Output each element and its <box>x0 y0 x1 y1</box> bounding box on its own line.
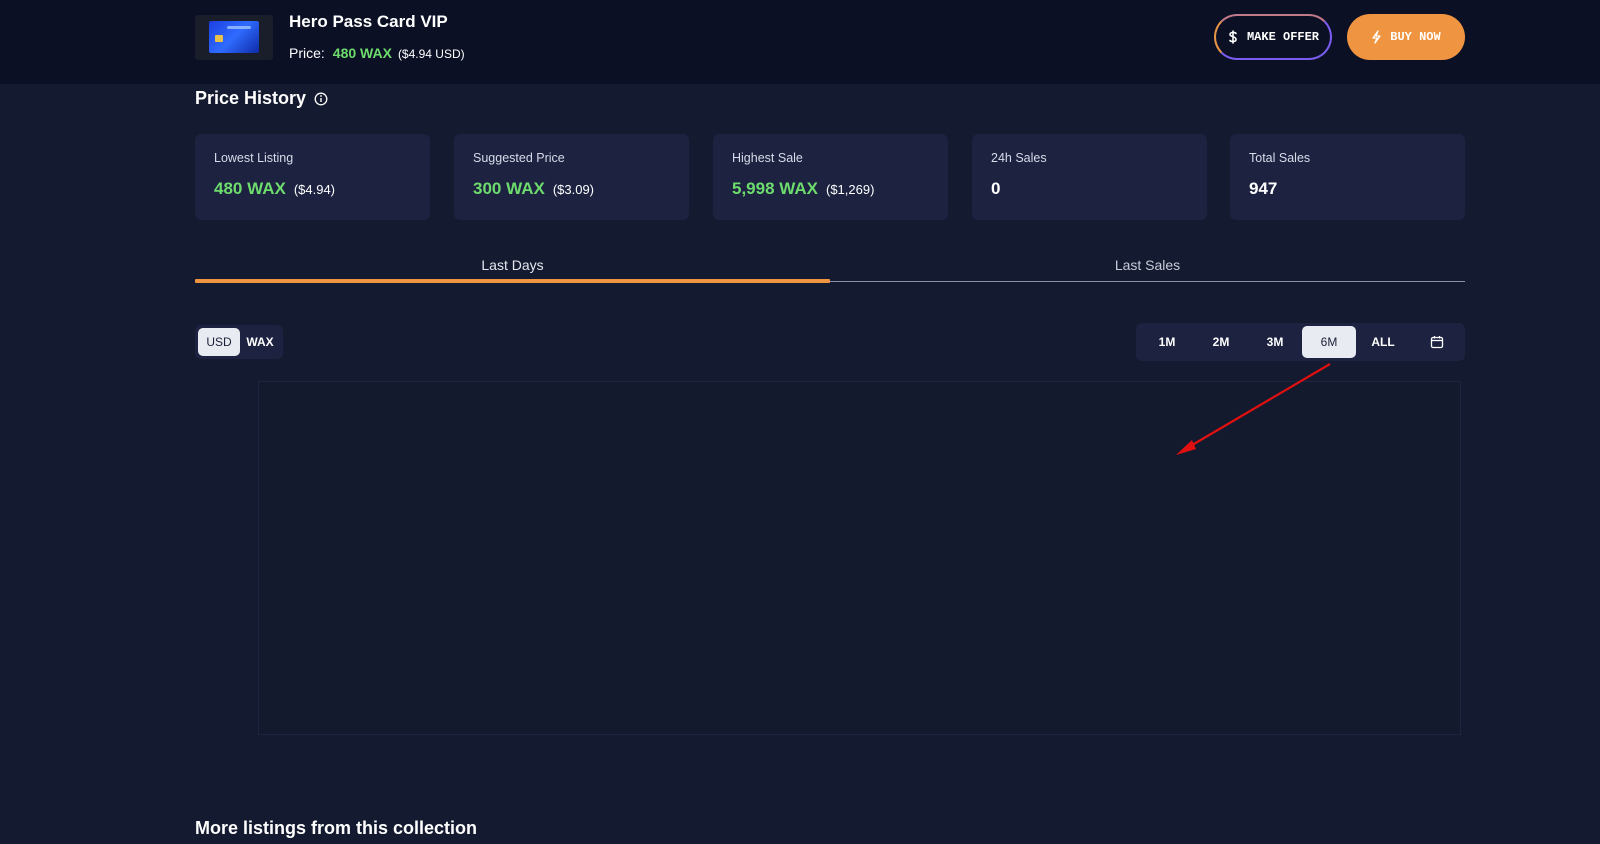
currency-toggle: USD WAX <box>195 325 283 359</box>
annotation-arrow <box>1176 363 1331 455</box>
stat-value-row: 300 WAX ($3.09) <box>473 179 594 199</box>
stat-lowest-listing: Lowest Listing 480 WAX ($4.94) <box>195 134 430 220</box>
price-history-title-text: Price History <box>195 88 307 108</box>
stat-label: 24h Sales <box>991 151 1047 165</box>
stat-value-row: 480 WAX ($4.94) <box>214 179 335 199</box>
item-thumbnail[interactable] <box>195 15 273 60</box>
stat-label: Lowest Listing <box>214 151 294 165</box>
active-tab-indicator <box>195 279 830 283</box>
history-tabs: Last Days Last Sales <box>195 246 1465 283</box>
buy-now-button[interactable]: BUY NOW <box>1347 14 1465 60</box>
calendar-icon <box>1430 336 1444 349</box>
stat-value: 0 <box>991 179 1001 198</box>
price-history-title: Price History <box>195 88 328 109</box>
stat-sub-value: ($3.09) <box>552 182 595 197</box>
range-6m-button[interactable]: 6M <box>1302 326 1356 358</box>
currency-wax-button[interactable]: WAX <box>239 328 281 356</box>
stat-value-row: 5,998 WAX ($1,269) <box>732 179 874 199</box>
stat-suggested-price: Suggested Price 300 WAX ($3.09) <box>454 134 689 220</box>
time-range-selector: 1M 2M 3M 6M ALL <box>1136 323 1465 361</box>
stat-total-sales: Total Sales 947 <box>1230 134 1465 220</box>
range-2m-button[interactable]: 2M <box>1194 326 1248 358</box>
info-icon[interactable] <box>314 92 328 106</box>
make-offer-label: MAKE OFFER <box>1246 30 1319 44</box>
stat-label: Suggested Price <box>473 151 565 165</box>
range-3m-button[interactable]: 3M <box>1248 326 1302 358</box>
price-wax: 480 WAX <box>332 45 392 61</box>
currency-usd-button[interactable]: USD <box>198 328 240 356</box>
tab-last-sales[interactable]: Last Sales <box>830 246 1465 283</box>
stat-value-row: 0 <box>991 179 1000 199</box>
item-header-bar: Hero Pass Card VIP Price: 480 WAX ($4.94… <box>0 0 1600 84</box>
stat-sub-value: ($1,269) <box>826 182 875 197</box>
range-1m-button[interactable]: 1M <box>1140 326 1194 358</box>
stat-value: 300 WAX <box>473 179 545 198</box>
lightning-icon <box>1372 30 1381 44</box>
range-all-button[interactable]: ALL <box>1356 326 1410 358</box>
dollar-icon <box>1229 30 1237 44</box>
stat-label: Highest Sale <box>732 151 803 165</box>
stat-highest-sale: Highest Sale 5,998 WAX ($1,269) <box>713 134 948 220</box>
card-stripe <box>227 26 251 29</box>
stat-24h-sales: 24h Sales 0 <box>972 134 1207 220</box>
stat-value: 947 <box>1249 179 1278 198</box>
item-price: Price: 480 WAX ($4.94 USD) <box>289 45 465 61</box>
make-offer-button[interactable]: MAKE OFFER <box>1214 14 1332 60</box>
stat-value-row: 947 <box>1249 179 1277 199</box>
tab-last-days[interactable]: Last Days <box>195 246 830 283</box>
stat-value: 5,998 WAX <box>732 179 818 198</box>
card-chip-icon <box>215 35 223 42</box>
item-title: Hero Pass Card VIP <box>289 12 448 31</box>
stat-value: 480 WAX <box>214 179 286 198</box>
more-listings-title: More listings from this collection <box>195 818 478 838</box>
stat-label: Total Sales <box>1249 151 1311 165</box>
buy-now-label: BUY NOW <box>1390 30 1441 44</box>
card-image <box>209 21 259 53</box>
calendar-button[interactable] <box>1410 326 1464 358</box>
price-label: Price: <box>289 45 325 61</box>
stat-sub-value: ($4.94) <box>293 182 336 197</box>
price-usd: ($4.94 USD) <box>397 47 465 61</box>
